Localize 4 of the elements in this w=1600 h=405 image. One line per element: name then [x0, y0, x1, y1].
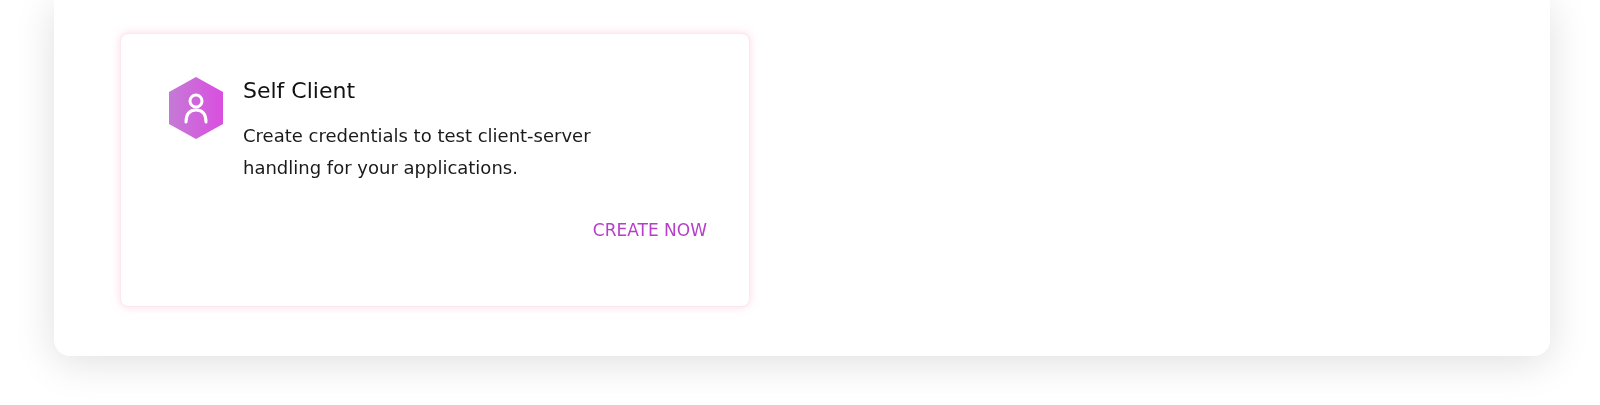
- card-description: Create credentials to test client-server handling for your applications.: [243, 124, 592, 180]
- card-title: Self Client: [243, 77, 357, 105]
- create-now-button[interactable]: CREATE NOW: [592, 220, 707, 240]
- user-icon: [167, 76, 225, 140]
